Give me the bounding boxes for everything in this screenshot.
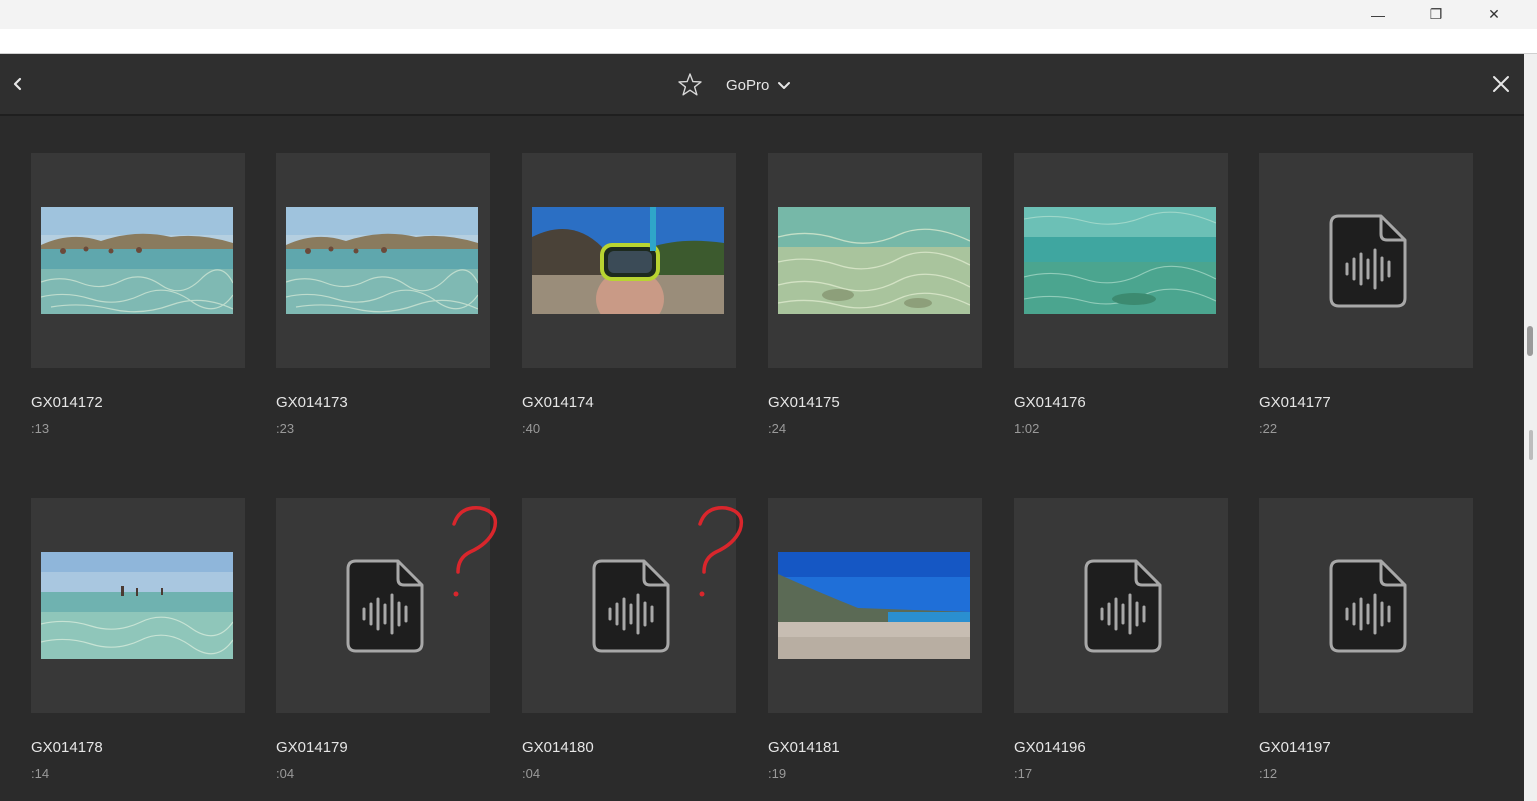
media-thumbnail[interactable] [1014,498,1228,713]
media-name: GX014181 [768,739,840,756]
audio-file-icon [592,559,670,653]
media-name: GX014176 [1014,394,1086,411]
video-thumbnail-image [532,207,724,314]
video-thumbnail-image [778,552,970,659]
audio-file-icon [346,559,424,653]
media-thumbnail[interactable] [276,498,490,713]
restore-button[interactable]: ❐ [1407,0,1465,29]
media-duration: :22 [1259,421,1278,436]
video-thumbnail-image [41,552,233,659]
media-name: GX014180 [522,739,594,756]
media-name: GX014175 [768,394,840,411]
media-name: GX014174 [522,394,594,411]
media-duration: :23 [276,421,295,436]
media-thumbnail[interactable] [31,153,245,368]
media-name: GX014197 [1259,739,1331,756]
media-thumbnail[interactable] [276,153,490,368]
close-icon [1493,76,1509,92]
media-thumbnail[interactable] [31,498,245,713]
audio-file-icon [1329,214,1407,308]
album-dropdown-button[interactable] [775,76,793,94]
media-name: GX014196 [1014,739,1086,756]
media-duration: :19 [768,766,787,781]
audio-file-icon [1329,559,1407,653]
media-duration: :13 [31,421,50,436]
media-duration: :40 [522,421,541,436]
window-close-button[interactable]: ✕ [1465,0,1523,29]
media-duration: :04 [522,766,541,781]
media-duration: :14 [31,766,50,781]
close-button[interactable] [1490,73,1512,95]
media-name: GX014178 [31,739,103,756]
scrollbar-secondary-thumb[interactable] [1529,430,1533,460]
video-thumbnail-image [41,207,233,314]
video-thumbnail-image [1024,207,1216,314]
back-button[interactable] [6,72,30,96]
media-thumbnail[interactable] [522,498,736,713]
media-thumbnail[interactable] [1259,153,1473,368]
media-name: GX014179 [276,739,348,756]
window-titlebar: — ❐ ✕ [0,0,1537,29]
chevron-down-icon [778,82,791,89]
album-title-group: GoPro [676,70,793,100]
media-duration: :04 [276,766,295,781]
scrollbar-thumb[interactable] [1527,326,1533,356]
media-name: GX014173 [276,394,348,411]
media-name: GX014172 [31,394,103,411]
favorite-button[interactable] [676,71,704,99]
album-header: GoPro [0,54,1524,116]
media-thumbnail[interactable] [768,153,982,368]
media-thumbnail[interactable] [1259,498,1473,713]
video-thumbnail-image [778,207,970,314]
media-duration: 1:02 [1014,421,1040,436]
video-thumbnail-image [286,207,478,314]
scrollbar[interactable] [1524,54,1537,801]
media-duration: :17 [1014,766,1033,781]
media-duration: :24 [768,421,787,436]
album-title[interactable]: GoPro [726,77,769,94]
audio-file-icon [1084,559,1162,653]
media-thumbnail[interactable] [1014,153,1228,368]
star-outline-icon [678,73,702,96]
chevron-left-icon [13,77,22,91]
media-thumbnail[interactable] [768,498,982,713]
media-name: GX014177 [1259,394,1331,411]
media-thumbnail[interactable] [522,153,736,368]
album-view: GoPro GX014172 :13 GX014173:23 GX014174… [0,54,1524,801]
media-duration: :12 [1259,766,1278,781]
window-toolbar-strip [0,29,1537,54]
minimize-button[interactable]: — [1349,0,1407,29]
